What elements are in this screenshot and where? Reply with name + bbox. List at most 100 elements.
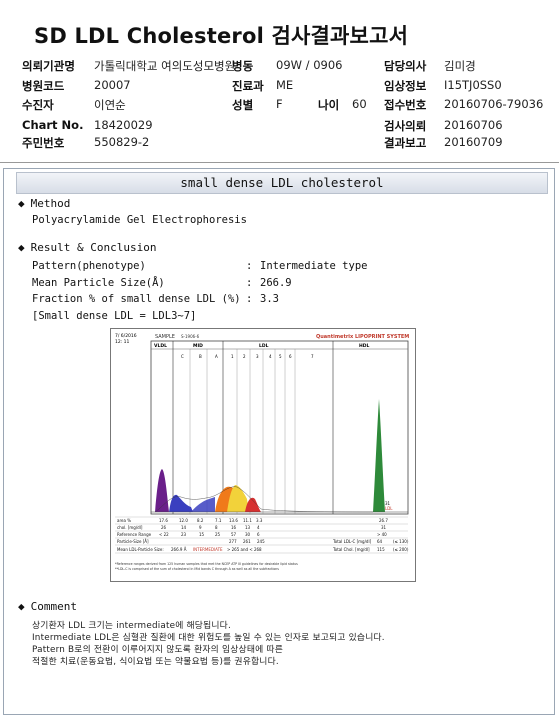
chart-no-value: 18420029 [94, 118, 153, 132]
total-chol-label: Total Chol. [mg/dl] [332, 547, 370, 552]
age-label: 나이 [318, 98, 340, 112]
ref-value: 57 [231, 532, 237, 537]
result-row-label: Mean Particle Size(Å) [32, 277, 165, 289]
result-row-value: 3.3 [260, 293, 279, 305]
hospital-value: 가톨릭대학교 여의도성모병원 [94, 59, 236, 73]
total-ldl-label: Total LDL-C [mg/dl] [332, 539, 372, 544]
result-row-sep: : [246, 293, 253, 305]
ward-label: 병동 [232, 59, 254, 73]
chart-brand: Quantimetrix LIPOPRINT SYSTEM [316, 334, 409, 340]
report-title: SD LDL Cholesterol 검사결과보고서 [34, 24, 409, 48]
chol-value: 9 [199, 525, 202, 530]
area-value: 3.3 [256, 518, 263, 523]
dept-label: 진료과 [232, 79, 264, 93]
lipoprint-chart: 7/ 6/2016 12: 11 SAMPLE S-1906-6 Quantim… [110, 328, 416, 582]
ref-value: 30 [245, 532, 251, 537]
comment-heading-text: Comment [30, 600, 77, 613]
section-banner: small dense LDL cholesterol [16, 172, 548, 194]
band-label: 7 [311, 354, 314, 359]
band-label: 1 [231, 354, 234, 359]
area-row-label: area % [117, 518, 131, 523]
doctor-value: 김미경 [444, 59, 476, 73]
comment-heading: ◆ Comment [18, 600, 77, 613]
vldl-peak [155, 469, 169, 512]
chart-table: area % chol. [mg/dl] Reference Range Par… [117, 518, 409, 552]
result-row-label: Pattern(phenotype) [32, 260, 146, 272]
band-label: 3 [256, 354, 259, 359]
chart-date: 7/ 6/2016 [115, 333, 137, 339]
request-date-label: 검사의뢰 [384, 119, 427, 133]
ref-value: 6 [257, 532, 260, 537]
mean-size-value: 266.9 Å [171, 547, 187, 552]
diamond-bullet-icon: ◆ [18, 600, 25, 613]
total-chol-ref: (≤ 200) [393, 547, 409, 552]
band-label: 5 [279, 354, 282, 359]
chol-value: 16 [231, 525, 237, 530]
ldl3-peak [245, 497, 261, 512]
result-date-label: 결과보고 [384, 136, 427, 150]
particle-row-label: Particle-Size [Å] [117, 539, 149, 544]
chol-value: 13 [245, 525, 251, 530]
chart-sample-id: S-1906-6 [181, 334, 200, 339]
total-chol-value: 115 [377, 547, 385, 552]
doctor-label: 담당의사 [384, 59, 427, 73]
mean-size-range: > 265 and < 268 [227, 547, 262, 552]
area-value: 26.7 [379, 518, 388, 523]
area-value: 11.1 [243, 518, 252, 523]
total-ldl-value: 64 [377, 539, 383, 544]
ref-value: > 40 [377, 532, 387, 537]
lipoprint-svg: 7/ 6/2016 12: 11 SAMPLE S-1906-6 Quantim… [115, 333, 409, 571]
particle-value: 245 [257, 539, 265, 544]
result-row-value: 266.9 [260, 277, 292, 289]
chart-sample-label: SAMPLE [155, 334, 175, 340]
band-label: 4 [269, 354, 272, 359]
result-heading-text: Result & Conclusion [30, 241, 157, 254]
plot-frame [150, 340, 409, 515]
ssn-value: 550829-2 [94, 135, 150, 149]
receipt-value: 20160706-79036 [444, 97, 544, 111]
subband-dividers [189, 349, 296, 514]
ref-value: 15 [199, 532, 205, 537]
result-row-sep: : [246, 260, 253, 272]
method-text: Polyacrylamide Gel Electrophoresis [32, 214, 247, 226]
ref-value: 23 [181, 532, 187, 537]
header-divider [0, 162, 559, 163]
area-value: 8.2 [197, 518, 204, 523]
diamond-bullet-icon: ◆ [18, 241, 25, 254]
area-value: 7.1 [215, 518, 222, 523]
mid-c-peak [169, 494, 193, 512]
chart-time: 12: 11 [115, 339, 130, 345]
result-row-sep: : [246, 277, 253, 289]
patient-label: 수진자 [22, 98, 54, 112]
chart-footnote: **LDL-C is comprised of the sum of chole… [115, 567, 279, 571]
hdl-category-label: LDL [385, 506, 393, 511]
result-row-value: Intermediate type [260, 260, 368, 272]
clinical-value: I15TJ0SS0 [444, 78, 502, 92]
comment-line: 적절한 치료(운동요법, 식이요법 또는 약물요법 등)를 권유합니다. [32, 657, 279, 667]
result-heading: ◆ Result & Conclusion [18, 241, 156, 254]
ref-row-label: Reference Range [117, 532, 152, 537]
band-label: MID [193, 343, 203, 349]
hospital-code-label: 병원코드 [22, 79, 65, 93]
area-value: 13.6 [229, 518, 238, 523]
band-label: C [181, 354, 184, 359]
ref-value: < 22 [159, 532, 169, 537]
ward-value: 09W / 0906 [276, 58, 343, 72]
mean-size-type: INTERMEDIATE [193, 547, 223, 552]
chart-no-label: Chart No. [22, 118, 84, 132]
particle-value: 261 [243, 539, 251, 544]
receipt-label: 접수번호 [384, 98, 427, 112]
sex-label: 성별 [232, 98, 254, 112]
chart-footnote: *Reference ranges derived from 125 human… [115, 562, 298, 566]
age-value: 60 [352, 97, 367, 111]
dept-value: ME [276, 78, 294, 92]
band-label: A [215, 354, 218, 359]
band-label: VLDL [154, 343, 167, 349]
patient-value: 이연순 [94, 98, 126, 112]
total-ldl-ref: (≤ 130) [393, 539, 409, 544]
request-date-value: 20160706 [444, 118, 503, 132]
result-date-value: 20160709 [444, 135, 503, 149]
ref-value: 25 [215, 532, 221, 537]
chol-value: 31 [381, 525, 387, 530]
chol-value: 14 [181, 525, 187, 530]
